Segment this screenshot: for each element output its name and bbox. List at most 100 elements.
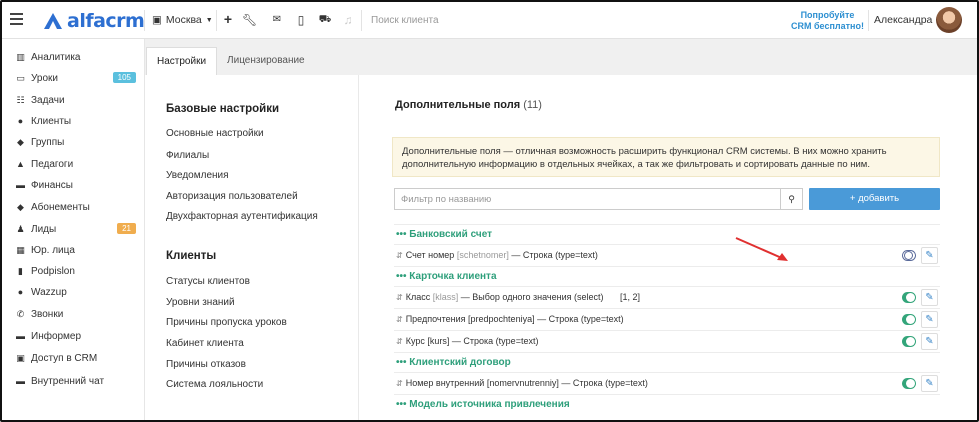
sidebar-item[interactable]: ▭ Уроки 105	[15, 70, 137, 86]
tab-settings[interactable]: Настройки	[146, 47, 218, 75]
edit-icon[interactable]: ✎	[921, 375, 938, 392]
sidebar-item[interactable]: ▥ Аналитика	[15, 49, 137, 65]
settings-link[interactable]: Статусы клиентов	[166, 276, 250, 287]
sidebar-item[interactable]: ▮ Podpislon	[15, 263, 137, 279]
main-area: Настройки Лицензирование Базовые настрой…	[145, 39, 977, 420]
bell-icon[interactable]: ♫	[341, 13, 355, 27]
sidebar-item[interactable]: ▣ Доступ в CRM	[15, 350, 137, 366]
settings-link[interactable]: Филиалы	[166, 150, 209, 161]
promo-line: CRM бесплатно!	[791, 21, 864, 31]
sidebar-item[interactable]: ● Wazzup	[15, 284, 137, 300]
field-toggle[interactable]	[902, 378, 916, 389]
plus-icon[interactable]: +	[221, 11, 235, 27]
settings-link[interactable]: Уровни знаний	[166, 297, 235, 308]
user-name[interactable]: Александра	[874, 14, 932, 26]
field-key: [nomervnutrenniy]	[486, 378, 559, 388]
drag-handle-icon[interactable]: ⇵	[396, 293, 403, 302]
settings-link[interactable]: Основные настройки	[166, 128, 264, 139]
settings-link[interactable]: Двухфакторная аутентификация	[166, 211, 318, 222]
settings-link[interactable]: Причины отказов	[166, 359, 246, 370]
logo[interactable]: alfacrm	[42, 10, 145, 32]
mail-icon[interactable]: ✉	[270, 14, 284, 25]
lock-icon: ▣	[16, 353, 25, 363]
edit-icon[interactable]: ✎	[921, 289, 938, 306]
basic-settings-heading: Базовые настройки	[166, 103, 280, 115]
add-field-button[interactable]: + добавить	[809, 188, 940, 210]
field-name: Курс	[405, 336, 425, 346]
sidebar-item[interactable]: ☷ Задачи	[15, 92, 137, 108]
avatar[interactable]	[936, 7, 962, 33]
sidebar-item-label: Лиды	[31, 223, 57, 235]
divider	[361, 10, 362, 31]
field-values: [1, 2]	[620, 292, 641, 302]
sidebar-item-label: Звонки	[31, 308, 64, 320]
field-row: ⇵ Предпочтения [predpochteniya] — Строка …	[394, 308, 940, 330]
filter-input[interactable]: Фильтр по названию ⚲	[394, 188, 803, 210]
count-badge: 21	[117, 223, 136, 234]
whatsapp-icon: ●	[17, 287, 24, 297]
field-row: ⇵ Курс [kurs] — Строка (type=text) ✎	[394, 330, 940, 352]
search-icon[interactable]: ⚲	[780, 189, 802, 209]
page-title: Дополнительные поля (11)	[395, 99, 542, 111]
field-type: — Строка (type=text)	[561, 378, 648, 388]
tab-licensing[interactable]: Лицензирование	[217, 47, 315, 75]
sidebar-item[interactable]: ▬ Информер	[15, 328, 137, 344]
sidebar-item-label: Педагоги	[31, 158, 74, 170]
settings-link[interactable]: Кабинет клиента	[166, 338, 244, 349]
settings-link[interactable]: Причины пропуска уроков	[166, 317, 287, 328]
field-toggle[interactable]	[902, 336, 916, 347]
sidebar-item-label: Информер	[31, 330, 82, 342]
client-search-input[interactable]: Поиск клиента	[371, 15, 439, 26]
sidebar-item[interactable]: ▲ Педагоги	[15, 156, 137, 172]
sidebar-item[interactable]: ▬ Финансы	[15, 177, 137, 193]
sidebar-item[interactable]: ♟ Лиды 21	[15, 221, 137, 237]
sidebar-item[interactable]: ● Клиенты	[15, 113, 137, 129]
cart-icon[interactable]: ⛟	[318, 14, 332, 27]
sidebar-item-label: Группы	[31, 136, 65, 148]
field-key: [schetnomer]	[456, 250, 509, 260]
wrench-icon[interactable]: 🔧︎	[242, 13, 257, 27]
edit-icon[interactable]: ✎	[921, 333, 938, 350]
drag-handle-icon[interactable]: ⇵	[396, 337, 403, 346]
drag-handle-icon[interactable]: ⇵	[396, 379, 403, 388]
mobile-icon[interactable]: ▯	[294, 13, 308, 27]
field-toggle[interactable]	[902, 250, 916, 261]
app-window: alfacrm ▣ Москва ▼ + 🔧︎ ✉ ▯ ⛟ ♫ Поиск кл…	[0, 0, 979, 422]
sidebar-item-label: Юр. лица	[31, 244, 75, 256]
settings-link[interactable]: Система лояльности	[166, 379, 263, 390]
field-group-header[interactable]: ••• Банковский счет	[394, 224, 940, 244]
sidebar-item[interactable]: ◆ Абонементы	[15, 199, 137, 215]
sidebar-item-label: Уроки	[31, 72, 58, 84]
tab-bar: Настройки Лицензирование	[145, 47, 315, 75]
sidebar-item[interactable]: ◆ Группы	[15, 134, 137, 150]
field-type: — Строка (type=text)	[451, 336, 539, 346]
page-title-text: Дополнительные поля	[395, 99, 521, 111]
informer-icon: ▬	[16, 331, 25, 341]
sidebar-item[interactable]: ▬ Внутренний чат	[15, 373, 137, 389]
branch-label: Москва	[165, 14, 202, 26]
field-group-header[interactable]: ••• Модель источника привлечения	[394, 394, 940, 414]
drag-handle-icon[interactable]: ⇵	[396, 315, 403, 324]
sidebar-item[interactable]: ▦ Юр. лица	[15, 242, 137, 258]
sidebar-item[interactable]: ✆ Звонки	[15, 306, 137, 322]
field-type: — Выбор одного значения (select)	[460, 292, 604, 302]
settings-link[interactable]: Авторизация пользователей	[166, 191, 298, 202]
menu-icon[interactable]	[10, 13, 23, 25]
field-group-header[interactable]: ••• Клиентский договор	[394, 352, 940, 372]
tag-icon: ◆	[17, 202, 24, 212]
clients-heading: Клиенты	[166, 250, 217, 262]
drag-handle-icon[interactable]: ⇵	[396, 251, 403, 260]
top-bar: alfacrm ▣ Москва ▼ + 🔧︎ ✉ ▯ ⛟ ♫ Поиск кл…	[2, 2, 977, 39]
edit-icon[interactable]: ✎	[921, 247, 938, 264]
settings-link[interactable]: Уведомления	[166, 170, 229, 181]
field-toggle[interactable]	[902, 292, 916, 303]
trial-promo-link[interactable]: Попробуйте CRM бесплатно!	[791, 10, 864, 32]
sidebar-item-label: Аналитика	[31, 51, 81, 63]
field-key: [predpochteniya]	[468, 314, 535, 324]
sidebar-item-label: Задачи	[31, 94, 65, 106]
edit-icon[interactable]: ✎	[921, 311, 938, 328]
branch-selector[interactable]: ▣ Москва ▼	[152, 14, 213, 26]
field-toggle[interactable]	[902, 314, 916, 325]
logo-text: alfacrm	[67, 10, 145, 32]
field-group-header[interactable]: ••• Карточка клиента	[394, 266, 940, 286]
